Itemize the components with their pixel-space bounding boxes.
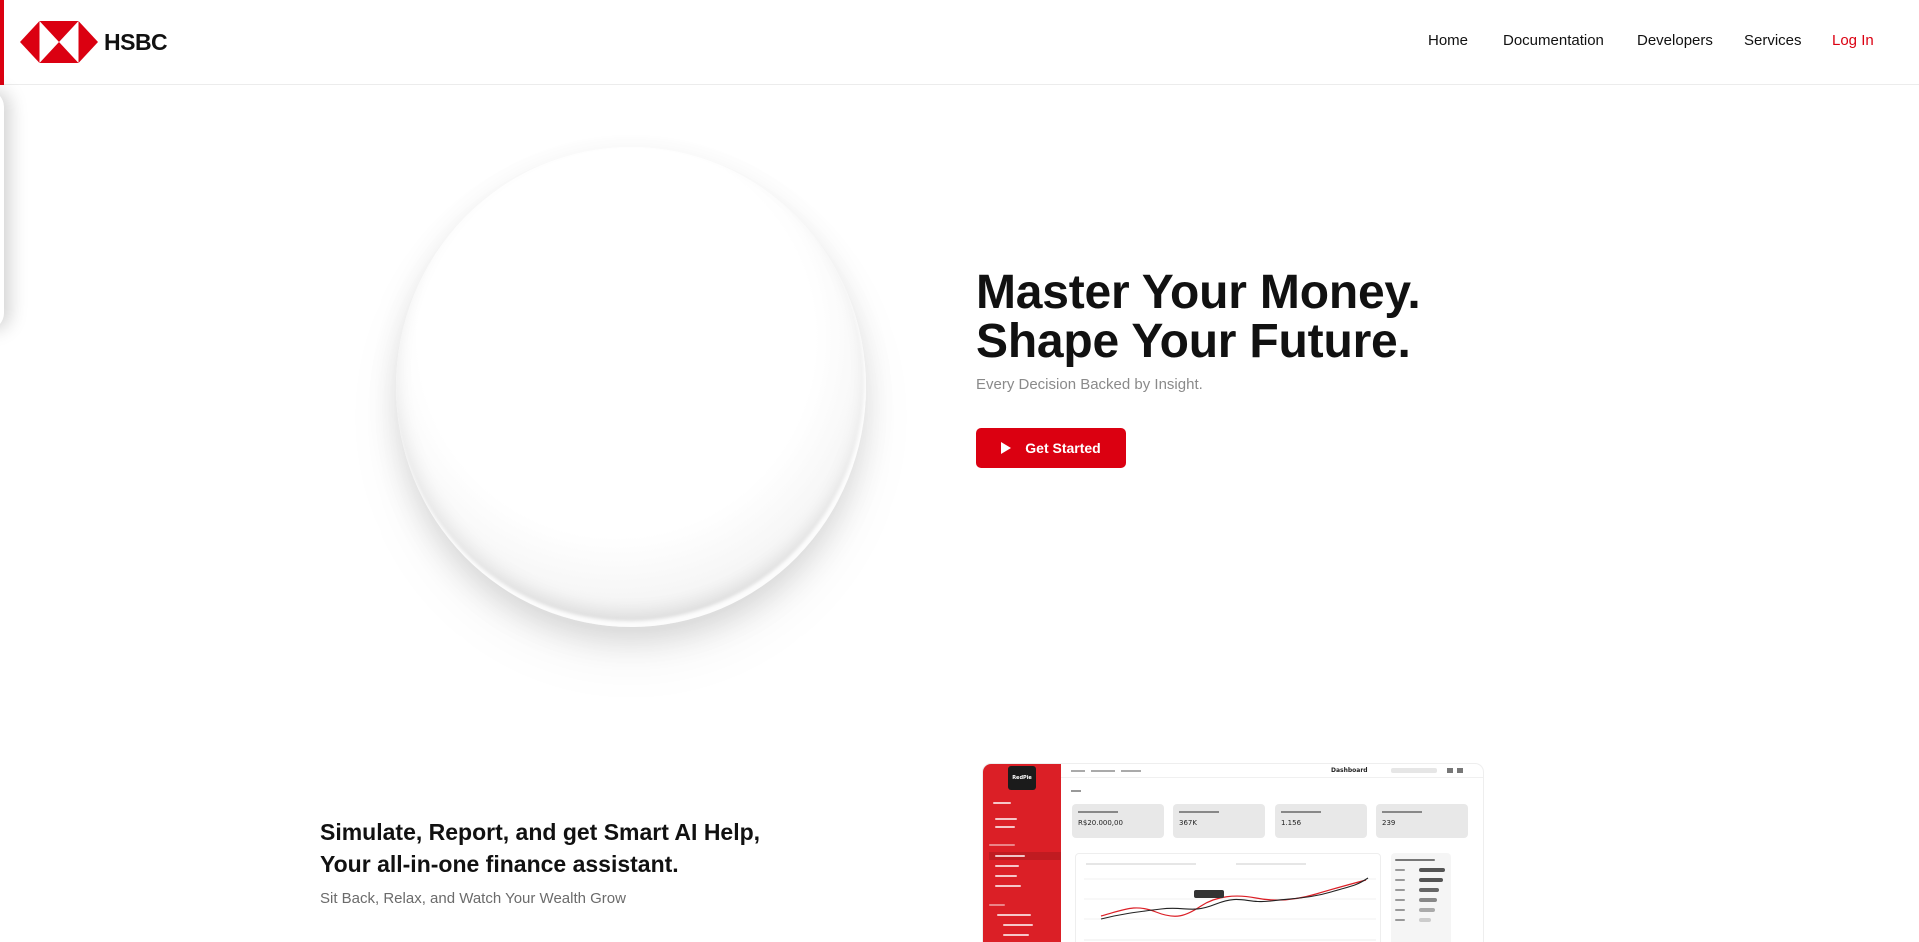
breadcrumb-line <box>1121 770 1141 772</box>
dashboard-search <box>1391 768 1437 773</box>
dashboard-title: Dashboard <box>1331 767 1368 774</box>
get-started-label: Get Started <box>1025 440 1101 456</box>
panel-title-line <box>1395 859 1435 861</box>
panel-bar <box>1419 888 1439 892</box>
panel-bar <box>1419 898 1437 902</box>
user-icon <box>1457 768 1463 773</box>
dashboard-side-panel <box>1391 853 1451 942</box>
panel-label <box>1395 909 1405 911</box>
nav-services[interactable]: Services <box>1744 32 1802 49</box>
brand-logo[interactable]: HSBC <box>20 21 168 63</box>
panel-bar <box>1419 918 1431 922</box>
sidebar-line <box>995 875 1017 877</box>
panel-label <box>1395 889 1405 891</box>
panel-label <box>1395 899 1405 901</box>
sidebar-line <box>1003 924 1033 926</box>
play-icon <box>1001 442 1012 454</box>
stat-card-label <box>1281 811 1321 813</box>
breadcrumb-line <box>1071 770 1085 772</box>
feature-title: Simulate, Report, and get Smart AI Help,… <box>320 816 760 880</box>
stat-card: R$20.000,00 <box>1072 804 1164 838</box>
hero-title-line2: Shape Your Future. <box>976 315 1411 368</box>
hero-title: Master Your Money. Shape Your Future. <box>976 268 1421 366</box>
panel-bar <box>1419 868 1445 872</box>
sidebar-line <box>995 826 1015 828</box>
sidebar-line <box>997 914 1031 916</box>
stat-card: 1.156 <box>1275 804 1367 838</box>
stat-card-value: 367K <box>1179 819 1197 827</box>
dashboard-preview: RedPie Dashboard R$20.000,00 367K 1.156 <box>983 764 1483 942</box>
stat-card-value: R$20.000,00 <box>1078 819 1123 827</box>
stat-card: 239 <box>1376 804 1468 838</box>
side-panel-edge <box>0 90 4 330</box>
nav-home[interactable]: Home <box>1428 32 1468 49</box>
nav-documentation[interactable]: Documentation <box>1503 32 1604 49</box>
sidebar-line <box>995 865 1019 867</box>
sidebar-line <box>989 844 1015 846</box>
hero-sphere <box>396 147 866 627</box>
sidebar-line <box>995 885 1021 887</box>
breadcrumb-line <box>1091 770 1115 772</box>
sidebar-line <box>989 904 1005 906</box>
panel-bar <box>1419 878 1443 882</box>
dashboard-logo: RedPie <box>1008 766 1036 790</box>
hero-title-line1: Master Your Money. <box>976 266 1421 319</box>
dashboard-sidebar: RedPie <box>983 764 1061 942</box>
panel-label <box>1395 869 1405 871</box>
panel-label <box>1395 919 1405 921</box>
stat-card: 367K <box>1173 804 1265 838</box>
sidebar-line <box>1003 934 1029 936</box>
feature-subtitle: Sit Back, Relax, and Watch Your Wealth G… <box>320 890 626 907</box>
get-started-button[interactable]: Get Started <box>976 428 1126 468</box>
sidebar-line <box>993 802 1011 804</box>
stat-card-value: 1.156 <box>1281 819 1302 827</box>
dashboard-topbar: Dashboard <box>1061 764 1483 778</box>
hsbc-hexagon-icon <box>20 21 98 63</box>
nav-accent-bar <box>0 0 4 85</box>
panel-bar <box>1419 908 1435 912</box>
dashboard-line-chart <box>1075 853 1381 942</box>
nav-login[interactable]: Log In <box>1832 32 1874 49</box>
top-navbar: HSBC Home Documentation Developers Servi… <box>0 0 1919 85</box>
sidebar-line <box>995 855 1025 857</box>
sidebar-line <box>995 818 1017 820</box>
feature-title-line1: Simulate, Report, and get Smart AI Help, <box>320 819 761 845</box>
hero-subtitle: Every Decision Backed by Insight. <box>976 376 1203 393</box>
page-label <box>1071 790 1081 792</box>
stat-card-label <box>1078 811 1118 813</box>
feature-title-line2: Your all-in-one finance assistant. <box>320 851 679 877</box>
panel-label <box>1395 879 1405 881</box>
stat-card-label <box>1382 811 1422 813</box>
brand-name: HSBC <box>104 28 168 55</box>
nav-developers[interactable]: Developers <box>1637 32 1713 49</box>
chart-svg <box>1084 863 1376 941</box>
stat-card-label <box>1179 811 1219 813</box>
bell-icon <box>1447 768 1453 773</box>
stat-card-value: 239 <box>1382 819 1396 827</box>
